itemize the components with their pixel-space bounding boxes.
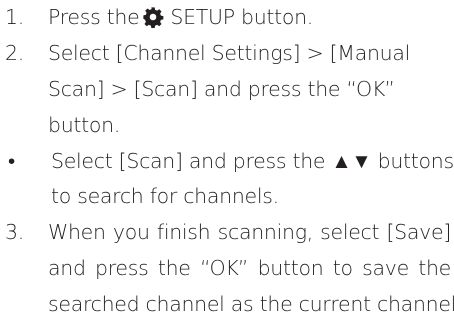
step-text-line: and press the “OK” button to save the	[48, 256, 451, 281]
step-3-line-2: and press the “OK” button to save the	[0, 251, 454, 287]
step-text-line: When you finish scanning, select [Save]	[48, 220, 451, 245]
step-number: 3.	[5, 220, 24, 245]
step-text-line: searched channel as the current channel.	[48, 292, 454, 317]
step-text-line: to search for channels.	[51, 184, 279, 209]
step-number: 1.	[5, 5, 24, 29]
gear-icon	[142, 6, 164, 28]
step-2: 2. Select [Channel Settings] > [Manual	[0, 36, 454, 72]
bullet-marker: •	[8, 148, 15, 173]
step-1: 1. Press the SETUP button.	[0, 0, 454, 36]
step-text-line: button.	[48, 112, 121, 137]
sub-step-bullet: • Select [Scan] and press the ▲▼ buttons	[0, 144, 454, 180]
step-text-line: Select [Channel Settings] > [Manual	[48, 40, 411, 65]
step-text-line: Select [Scan] and press the ▲▼ buttons	[51, 148, 454, 173]
step-number: 2.	[5, 40, 24, 65]
step-2-line-2: Scan] > [Scan] and press the “OK”	[0, 72, 454, 108]
step-2-line-3: button.	[0, 108, 454, 144]
step-3: 3. When you finish scanning, select [Sav…	[0, 215, 454, 251]
step-3-line-3: searched channel as the current channel.	[0, 287, 454, 323]
step-text-part: SETUP button.	[170, 5, 314, 29]
sub-step-bullet-line-2: to search for channels.	[0, 179, 454, 215]
step-text: Press the SETUP button.	[48, 0, 313, 36]
instruction-document: 1. Press the SETUP button. 2. Select [Cha…	[0, 0, 454, 323]
step-text-line: Scan] > [Scan] and press the “OK”	[48, 76, 395, 101]
step-text-part: Press the	[48, 5, 140, 29]
